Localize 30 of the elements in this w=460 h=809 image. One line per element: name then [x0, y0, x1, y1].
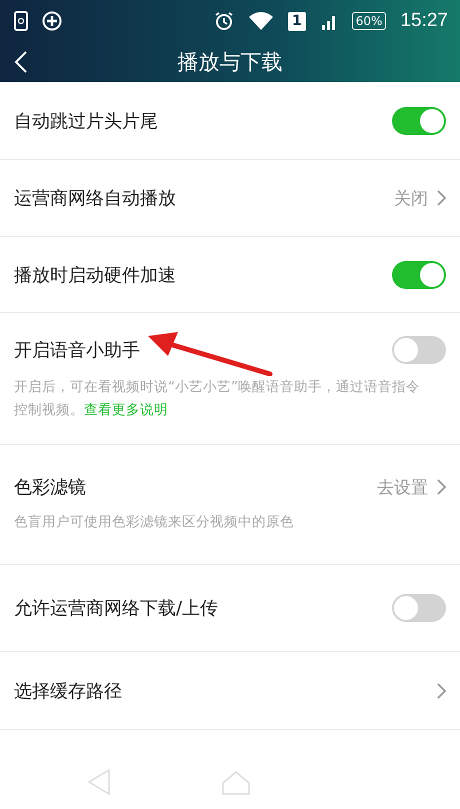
- toggle-switch[interactable]: [392, 106, 446, 134]
- sim-indicator: 1: [288, 12, 306, 30]
- setting-value: 去设置: [377, 476, 428, 498]
- setting-label: 色彩滤镜: [14, 476, 86, 499]
- toggle-switch[interactable]: [392, 594, 446, 622]
- setting-label: 自动跳过片头片尾: [14, 110, 158, 132]
- setting-value: 关闭: [394, 188, 428, 210]
- chevron-right-icon[interactable]: [436, 682, 446, 700]
- alarm-icon: [214, 11, 234, 31]
- page-title: 播放与下载: [178, 49, 282, 76]
- setting-label: 运营商网络自动播放: [14, 187, 176, 210]
- more-info-link[interactable]: 查看更多说明: [84, 402, 168, 418]
- battery-indicator: 60%: [352, 12, 386, 30]
- back-icon[interactable]: [14, 50, 28, 74]
- chevron-right-icon[interactable]: [436, 478, 446, 496]
- status-time: 15:27: [400, 10, 448, 32]
- setting-description: 开启后，可在看视频时说“小艺小艺”唤醒语音助手，通过语音指令控制视频。查看更多说明: [14, 378, 422, 420]
- plus-circle-icon: [42, 11, 62, 31]
- toggle-switch[interactable]: [392, 336, 446, 364]
- phone-icon: [14, 11, 28, 31]
- toggle-switch[interactable]: [392, 260, 446, 288]
- setting-label: 开启语音小助手: [14, 338, 140, 362]
- home-nav-icon[interactable]: [222, 771, 250, 795]
- wifi-icon: [248, 11, 274, 31]
- chevron-right-icon[interactable]: [436, 189, 446, 207]
- setting-description: 色盲用户可使用色彩滤镜来区分视频中的原色: [14, 513, 295, 532]
- setting-label: 允许运营商网络下载/上传: [14, 597, 218, 620]
- setting-label: 选择缓存路径: [14, 680, 122, 702]
- back-nav-icon[interactable]: [88, 769, 110, 795]
- setting-label: 播放时启动硬件加速: [14, 264, 176, 286]
